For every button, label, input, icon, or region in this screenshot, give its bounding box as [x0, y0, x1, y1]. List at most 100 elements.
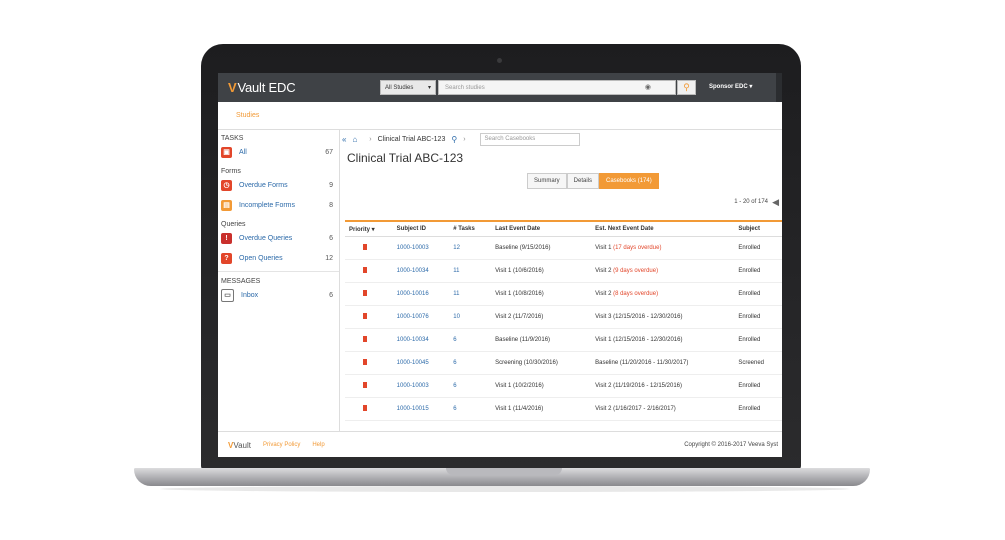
tasks-count-link[interactable]: 11 — [453, 268, 459, 274]
tasks-count-link[interactable]: 11 — [453, 291, 459, 297]
sidebar-item-open-queries[interactable]: ? Open Queries 12 — [218, 248, 339, 268]
copyright-text: Copyright © 2016-2017 Veeva Syst — [684, 442, 778, 448]
sidebar-item-count: 8 — [329, 201, 333, 209]
eye-icon[interactable]: ◉ — [645, 83, 651, 91]
subject-id-link[interactable]: 1000-10003 — [397, 245, 429, 251]
tasks-cell: 11 — [449, 259, 492, 283]
col-last-event[interactable]: Last Event Date — [491, 221, 592, 237]
next-event-text: Visit 2 (1/16/2017 - 2/16/2017) — [595, 406, 676, 412]
next-event-cell: Visit 3 (12/15/2016 - 12/30/2016) — [591, 305, 735, 329]
table-row[interactable]: 1000-10034 6 Baseline (11/9/2016) Visit 1 (… — [345, 328, 782, 352]
next-event-cell: Visit 2 (1/16/2017 - 2/16/2017) — [591, 397, 735, 421]
tasks-count-link[interactable]: 6 — [453, 360, 456, 366]
search-button[interactable]: ⚲ — [677, 80, 696, 95]
collapse-icon[interactable]: « — [342, 135, 346, 144]
next-event-text: Visit 1 (12/15/2016 - 12/30/2016) — [595, 337, 683, 343]
study-select[interactable]: All Studies ▾ — [380, 80, 436, 95]
search-icon[interactable]: ⚲ — [451, 135, 457, 144]
table-row[interactable]: 1000-10016 11 Visit 1 (10/8/2016) Visit 2 (… — [345, 282, 782, 306]
app-logo[interactable]: V Vault EDC — [228, 80, 296, 95]
last-event-cell: Visit 1 (10/8/2016) — [491, 282, 592, 306]
tab-summary[interactable]: Summary — [527, 173, 567, 189]
camera-dot — [497, 58, 502, 63]
tasks-heading: TASKS — [221, 135, 244, 142]
search-icon: ⚲ — [683, 82, 690, 92]
chevron-left-icon[interactable]: ◀ — [772, 197, 779, 208]
table-row[interactable]: 1000-10003 6 Visit 1 (10/2/2016) Visit 2 (1… — [345, 374, 782, 398]
tasks-cell: 12 — [449, 236, 492, 260]
tasks-cell: 10 — [449, 305, 492, 329]
table-row[interactable]: 1000-10034 11 Visit 1 (10/6/2016) Visit 2 (… — [345, 259, 782, 283]
tasks-cell: 6 — [449, 374, 492, 398]
table-row[interactable]: 1000-10003 12 Baseline (9/15/2016) Visit 1 … — [345, 236, 782, 260]
sidebar-item-inbox[interactable]: ▭ Inbox 6 — [218, 285, 339, 305]
privacy-policy-link[interactable]: Privacy Policy — [263, 442, 300, 448]
subject-id-cell: 1000-10045 — [392, 351, 450, 375]
tasks-count-link[interactable]: 6 — [453, 406, 456, 412]
footer-logo: VVault — [228, 441, 251, 450]
col-tasks[interactable]: # Tasks — [449, 221, 492, 237]
tasks-count-link[interactable]: 6 — [453, 383, 456, 389]
breadcrumb-study[interactable]: Clinical Trial ABC-123 — [378, 136, 446, 143]
last-event-cell: Visit 1 (11/4/2016) — [491, 397, 592, 421]
priority-flag-icon — [363, 382, 367, 388]
nav-studies-link[interactable]: Studies — [236, 112, 259, 119]
col-next-event[interactable]: Est. Next Event Date — [591, 221, 735, 237]
subject-id-cell: 1000-10003 — [392, 374, 450, 398]
vault-logo-icon: V — [228, 80, 237, 95]
last-event-cell: Visit 2 (11/7/2016) — [491, 305, 592, 329]
tasks-count-link[interactable]: 12 — [453, 245, 460, 251]
messages-heading: MESSAGES — [221, 278, 261, 285]
chevron-down-icon: ▾ — [427, 85, 431, 91]
subject-id-cell: 1000-10016 — [392, 282, 450, 306]
tasks-count-link[interactable]: 6 — [453, 337, 456, 343]
subject-id-link[interactable]: 1000-10034 — [397, 337, 429, 343]
tasks-cell: 6 — [449, 397, 492, 421]
tab-details[interactable]: Details — [566, 173, 600, 189]
subject-id-link[interactable]: 1000-10045 — [397, 360, 429, 366]
main-content: « ⌂ › Clinical Trial ABC-123 ⚲ › Search … — [341, 129, 782, 431]
casebook-search-placeholder: Search Casebooks — [484, 136, 536, 142]
next-event-text: Visit 1 — [595, 245, 612, 251]
sidebar-item-overdue-queries[interactable]: ! Overdue Queries 6 — [218, 228, 339, 248]
secondary-nav: Studies — [218, 102, 782, 130]
table-row[interactable]: 1000-10045 6 Screening (10/30/2016) Baselin… — [345, 351, 782, 375]
inbox-icon: ▭ — [221, 288, 234, 302]
col-priority[interactable]: Priority ▾ — [345, 221, 393, 237]
sidebar-item-all[interactable]: ▣ All 67 — [218, 142, 339, 162]
priority-flag-icon — [363, 290, 367, 296]
chevron-right-icon: › — [369, 135, 372, 143]
sidebar-item-overdue-forms[interactable]: ◷ Overdue Forms 9 — [218, 175, 339, 195]
table-header-row: Priority ▾ Subject ID # Tasks Last Event… — [345, 221, 782, 237]
priority-cell — [345, 351, 393, 375]
casebook-search-input[interactable]: Search Casebooks — [479, 132, 580, 146]
subject-id-link[interactable]: 1000-10015 — [397, 406, 429, 412]
table-row[interactable]: 1000-10015 6 Visit 1 (11/4/2016) Visit 2 (1… — [345, 397, 782, 421]
subject-id-cell: 1000-10034 — [392, 328, 450, 352]
subject-id-cell: 1000-10076 — [392, 305, 450, 329]
subject-id-link[interactable]: 1000-10034 — [397, 268, 429, 274]
study-search-input[interactable]: Search studies ◉ — [438, 80, 676, 95]
col-subject-status[interactable]: Subject — [734, 221, 782, 237]
tab-casebooks[interactable]: Casebooks (174) — [599, 173, 659, 189]
table-row[interactable]: 1000-10076 10 Visit 2 (11/7/2016) Visit 3 (… — [345, 305, 782, 329]
col-subject-id[interactable]: Subject ID — [392, 221, 450, 237]
sidebar-item-label: Overdue Forms — [239, 181, 288, 189]
priority-flag-icon — [363, 359, 367, 365]
casebooks-table: Priority ▾ Subject ID # Tasks Last Event… — [345, 220, 782, 421]
next-event-cell: Visit 2 (11/19/2016 - 12/15/2016) — [591, 374, 735, 398]
footer: VVault Privacy Policy Help Copyright © 2… — [218, 431, 782, 457]
tasks-count-link[interactable]: 10 — [453, 314, 460, 320]
priority-cell — [345, 236, 393, 260]
home-icon[interactable]: ⌂ — [352, 135, 357, 144]
sidebar-item-label: All — [239, 148, 247, 156]
subject-id-link[interactable]: 1000-10003 — [397, 383, 429, 389]
user-menu[interactable]: Sponsor EDC ▾ — [709, 83, 752, 90]
subject-id-link[interactable]: 1000-10016 — [397, 291, 429, 297]
sidebar-item-incomplete-forms[interactable]: ▤ Incomplete Forms 8 — [218, 195, 339, 215]
top-bar: V Vault EDC All Studies ▾ Search studies… — [218, 73, 782, 102]
sidebar-item-label: Incomplete Forms — [239, 201, 296, 209]
subject-status-cell: Enrolled — [734, 374, 782, 398]
subject-id-link[interactable]: 1000-10076 — [397, 314, 429, 320]
help-link[interactable]: Help — [312, 442, 324, 448]
